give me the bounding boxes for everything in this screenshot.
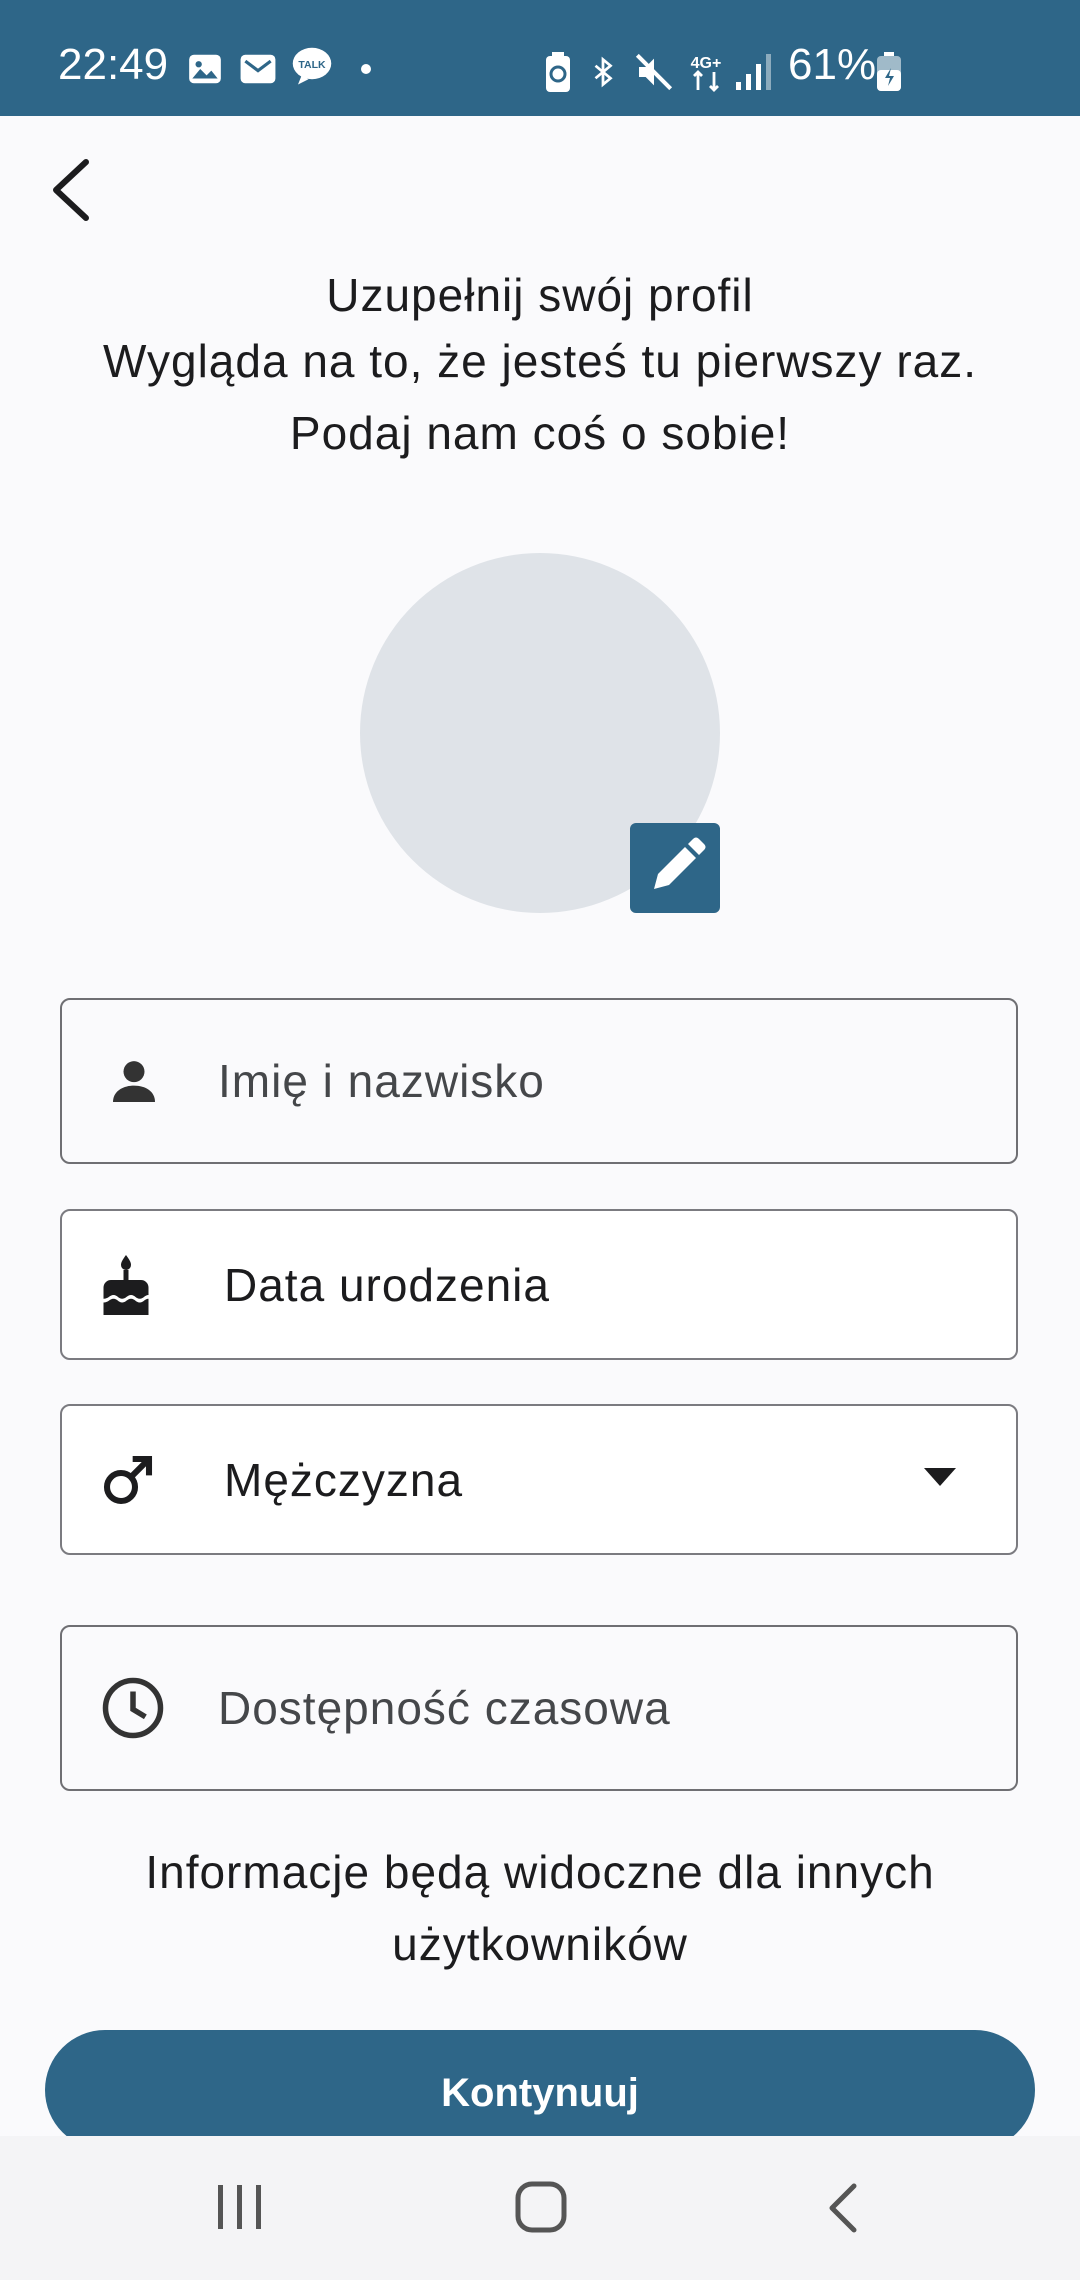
cake-icon bbox=[103, 1254, 149, 1315]
info-text-line: Informacje będą widoczne dla innych bbox=[145, 1846, 935, 1898]
battery-icon bbox=[877, 52, 901, 91]
header-text: Uzupełnij swój profil Wygląda na to, że … bbox=[0, 262, 1080, 466]
name-input[interactable]: Imię i nazwisko bbox=[60, 998, 1018, 1164]
gender-select[interactable]: Mężczyzna bbox=[60, 1404, 1018, 1555]
subtitle-line: Podaj nam coś o sobie! bbox=[289, 407, 791, 459]
recent-apps-button[interactable] bbox=[212, 2181, 268, 2233]
back-nav-button[interactable] bbox=[820, 2180, 870, 2236]
birthdate-field[interactable]: Data urodzenia bbox=[60, 1209, 1018, 1360]
svg-text:4G+: 4G+ bbox=[691, 55, 722, 72]
home-button[interactable] bbox=[514, 2180, 568, 2234]
gallery-icon bbox=[189, 54, 221, 84]
4g-icon: 4G+ bbox=[691, 55, 722, 92]
navigation-bar bbox=[0, 2136, 1080, 2280]
svg-text:TALK: TALK bbox=[298, 59, 326, 71]
dot-icon bbox=[361, 64, 371, 74]
pencil-icon bbox=[654, 837, 706, 889]
availability-input[interactable]: Dostępność czasowa bbox=[60, 1625, 1018, 1791]
birthdate-label: Data urodzenia bbox=[224, 1258, 550, 1311]
continue-button[interactable]: Kontynuuj bbox=[45, 2030, 1035, 2150]
subtitle-line: Wygląda na to, że jesteś tu pierwszy raz… bbox=[102, 335, 978, 387]
info-text-line: użytkowników bbox=[392, 1918, 688, 1970]
gender-value: Mężczyzna bbox=[224, 1453, 464, 1506]
male-icon bbox=[103, 1455, 153, 1504]
name-placeholder: Imię i nazwisko bbox=[218, 1055, 545, 1107]
page-title: Uzupełnij swój profil bbox=[326, 269, 754, 321]
availability-placeholder: Dostępność czasowa bbox=[218, 1682, 671, 1734]
signal-icon bbox=[736, 54, 771, 90]
chevron-down-icon bbox=[924, 1468, 956, 1486]
mail-icon bbox=[240, 54, 276, 84]
battery-saver-icon bbox=[546, 52, 570, 92]
mute-icon bbox=[635, 53, 673, 91]
battery-percentage: 61% bbox=[788, 40, 877, 89]
status-bar: 22:49 TALK 4G+ 61% bbox=[0, 0, 1080, 116]
bluetooth-icon bbox=[594, 56, 613, 88]
edit-avatar-button[interactable] bbox=[630, 823, 720, 913]
status-time: 22:49 bbox=[58, 40, 169, 89]
info-text: Informacje będą widoczne dla innych użyt… bbox=[0, 1836, 1080, 1980]
clock-icon bbox=[102, 1677, 164, 1739]
back-button[interactable] bbox=[44, 150, 144, 230]
talk-icon: TALK bbox=[292, 47, 332, 85]
person-icon bbox=[113, 1061, 155, 1102]
